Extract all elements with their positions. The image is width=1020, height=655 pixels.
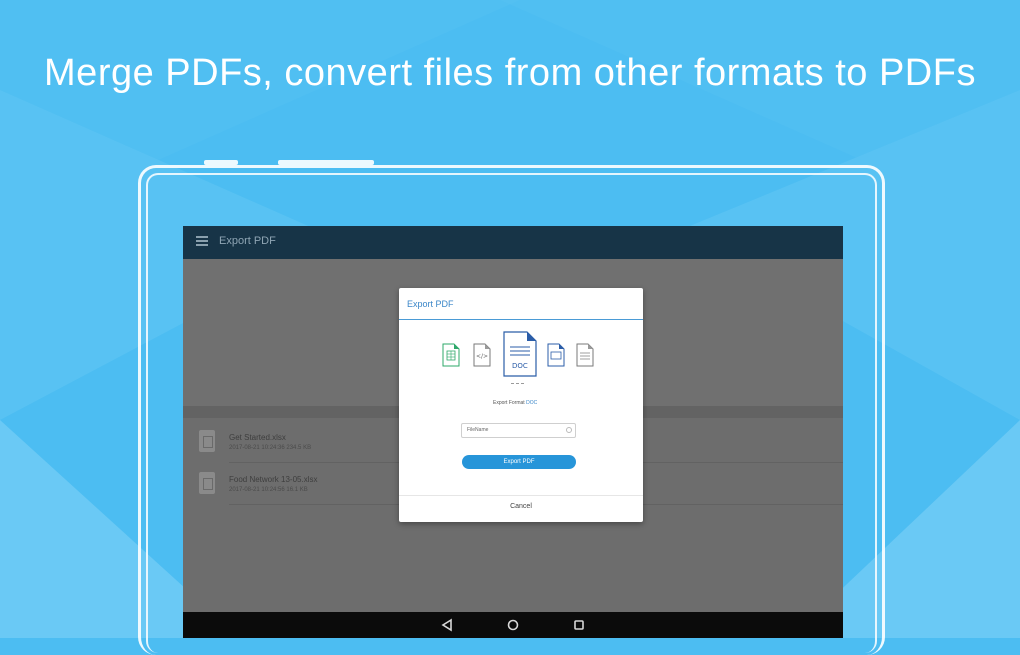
export-pdf-button[interactable]: Export PDF [462,455,576,469]
file-icon [199,472,215,494]
dialog-title-divider [399,319,643,320]
back-icon[interactable] [440,618,454,632]
file-meta: 2017-08-21 10:24:36 234.5 KB [229,445,312,451]
dialog-title: Export PDF [407,299,454,309]
home-icon[interactable] [506,618,520,632]
sheet-icon[interactable] [442,343,460,367]
file-icon [199,430,215,452]
doc-icon[interactable]: DOC [503,331,537,377]
export-format-value[interactable]: DOC [526,400,537,406]
html-icon[interactable]: </> [473,343,491,367]
cancel-button[interactable]: Cancel [399,503,643,510]
navigation-bar [183,612,843,638]
recents-icon[interactable] [572,618,586,632]
svg-text:</>: </> [476,353,488,360]
app-bar-title: Export PDF [219,235,276,247]
filename-field[interactable]: FileName [461,423,576,438]
menu-icon[interactable] [196,236,208,246]
carousel-dots [511,383,531,385]
file-meta: 2017-08-21 10:24:56 16.1 KB [229,487,308,493]
export-pdf-dialog: Export PDF </> DOC Export Format DOC Fil… [399,288,643,522]
dialog-footer-divider [399,495,643,496]
filename-input[interactable]: FileName [467,427,488,433]
image-icon[interactable] [547,343,565,367]
file-name: Food Network 13-05.xlsx [229,475,318,484]
text-icon[interactable] [576,343,594,367]
app-bar: Export PDF [183,226,843,259]
file-name: Get Started.xlsx [229,433,286,442]
export-format-label: Export Format [493,400,525,406]
promo-headline: Merge PDFs, convert files from other for… [44,52,976,94]
export-format-row: Export Format DOC [493,400,573,406]
clear-icon[interactable] [566,427,572,433]
svg-text:DOC: DOC [512,362,528,370]
